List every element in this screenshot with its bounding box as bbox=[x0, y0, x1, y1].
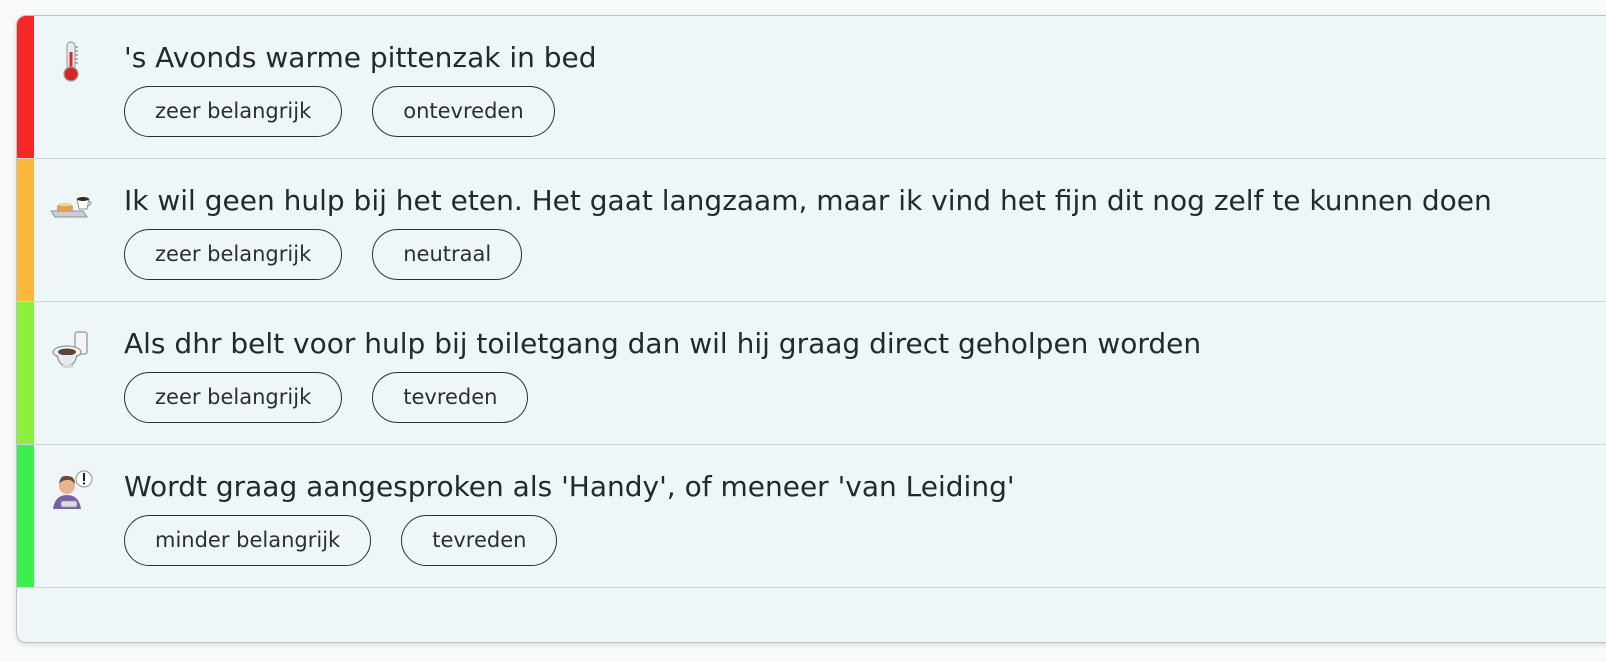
item-tags: zeer belangrijk ontevreden bbox=[124, 86, 555, 137]
person-speaking-icon bbox=[47, 467, 95, 515]
wishes-list-card: 's Avonds warme pittenzak in bed zeer be… bbox=[16, 15, 1606, 643]
importance-tag[interactable]: minder belangrijk bbox=[124, 515, 372, 566]
list-item[interactable]: Ik wil geen hulp bij het eten. Het gaat … bbox=[17, 159, 1606, 302]
priority-stripe bbox=[17, 16, 34, 158]
priority-stripe bbox=[17, 159, 34, 301]
thermometer-icon bbox=[47, 38, 95, 86]
toilet-icon bbox=[47, 324, 95, 372]
item-tags: zeer belangrijk tevreden bbox=[124, 372, 529, 423]
item-title: 's Avonds warme pittenzak in bed bbox=[124, 41, 597, 74]
importance-tag[interactable]: zeer belangrijk bbox=[124, 86, 343, 137]
item-title: Als dhr belt voor hulp bij toiletgang da… bbox=[124, 327, 1202, 360]
item-title: Ik wil geen hulp bij het eten. Het gaat … bbox=[124, 184, 1492, 217]
list-item[interactable]: Wordt graag aangesproken als 'Handy', of… bbox=[17, 445, 1606, 588]
item-tags: zeer belangrijk neutraal bbox=[124, 229, 523, 280]
satisfaction-tag[interactable]: tevreden bbox=[401, 515, 558, 566]
priority-stripe bbox=[17, 445, 34, 587]
satisfaction-tag[interactable]: tevreden bbox=[372, 372, 529, 423]
importance-tag[interactable]: zeer belangrijk bbox=[124, 229, 343, 280]
satisfaction-tag[interactable]: neutraal bbox=[372, 229, 523, 280]
satisfaction-tag[interactable]: ontevreden bbox=[372, 86, 555, 137]
meal-tray-icon bbox=[47, 181, 95, 229]
item-tags: minder belangrijk tevreden bbox=[124, 515, 558, 566]
importance-tag[interactable]: zeer belangrijk bbox=[124, 372, 343, 423]
list-item[interactable]: 's Avonds warme pittenzak in bed zeer be… bbox=[17, 16, 1606, 159]
list-item[interactable]: Als dhr belt voor hulp bij toiletgang da… bbox=[17, 302, 1606, 445]
item-title: Wordt graag aangesproken als 'Handy', of… bbox=[124, 470, 1015, 503]
priority-stripe bbox=[17, 302, 34, 444]
